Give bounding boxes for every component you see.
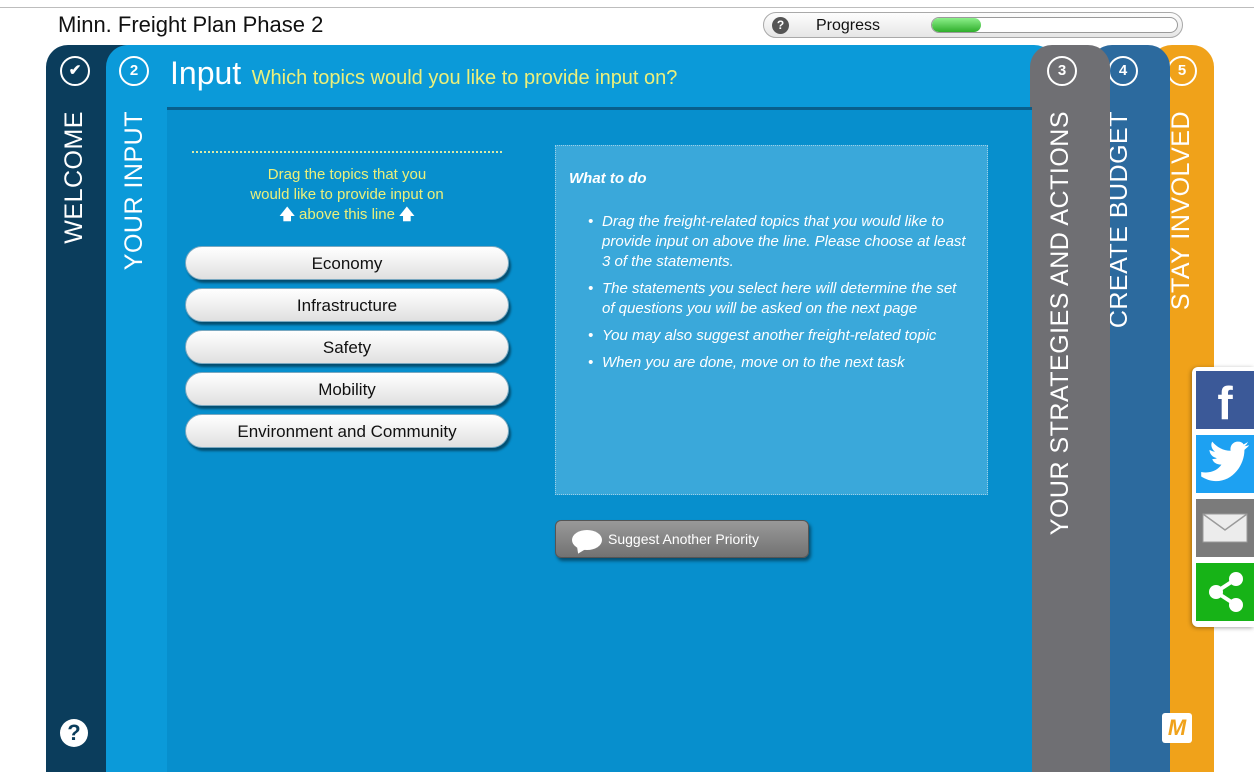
facebook-button[interactable]: f bbox=[1196, 371, 1254, 429]
progress-fill bbox=[932, 18, 981, 32]
progress-label: Progress bbox=[816, 17, 881, 34]
progress-bar bbox=[931, 17, 1178, 33]
drag-line-1: Drag the topics that you bbox=[267, 166, 427, 183]
suggest-priority-label: Suggest Another Priority bbox=[608, 531, 759, 547]
drag-instruction: Drag the topics that you would like to p… bbox=[192, 165, 502, 225]
topic-environment-community[interactable]: Environment and Community bbox=[185, 414, 509, 448]
help-icon[interactable]: ? bbox=[60, 719, 88, 747]
email-button[interactable] bbox=[1196, 499, 1254, 557]
brand-logo-icon: M bbox=[1162, 713, 1192, 743]
page-title: Input Which topics would you like to pro… bbox=[170, 55, 677, 92]
tab-strategies-actions-label: YOUR STRATEGIES AND ACTIONS bbox=[1046, 111, 1074, 536]
instructions-box: What to do Drag the freight-related topi… bbox=[555, 145, 988, 495]
twitter-icon bbox=[1201, 441, 1250, 482]
envelope-icon bbox=[1202, 513, 1248, 543]
instruction-item: When you are done, move on to the next t… bbox=[588, 353, 972, 373]
twitter-button[interactable] bbox=[1196, 435, 1254, 493]
progress-widget: ? Progress bbox=[763, 12, 1183, 38]
arrow-up-icon: 🡅 bbox=[399, 206, 415, 223]
tab-number-5: 5 bbox=[1167, 56, 1197, 86]
instruction-item: You may also suggest another freight-rel… bbox=[588, 326, 972, 346]
page-title-word: Input bbox=[170, 55, 242, 91]
facebook-glyph: f bbox=[1217, 377, 1233, 429]
drag-line-3: above this line bbox=[299, 206, 395, 223]
tab-number-3: 3 bbox=[1047, 56, 1077, 86]
check-icon: ✔ bbox=[60, 56, 90, 86]
topic-infrastructure[interactable]: Infrastructure bbox=[185, 288, 509, 322]
social-share-bar: f bbox=[1192, 367, 1254, 627]
tab-stay-involved-label: STAY INVOLVED bbox=[1167, 111, 1195, 311]
suggest-priority-button[interactable]: Suggest Another Priority bbox=[555, 520, 809, 558]
arrow-up-icon: 🡅 bbox=[279, 206, 295, 223]
instructions-list: Drag the freight-related topics that you… bbox=[588, 212, 972, 380]
instruction-item: Drag the freight-related topics that you… bbox=[588, 212, 972, 272]
topic-safety[interactable]: Safety bbox=[185, 330, 509, 364]
instruction-item: The statements you select here will dete… bbox=[588, 279, 972, 319]
tab-your-input-label: YOUR INPUT bbox=[120, 111, 148, 271]
app-title: Minn. Freight Plan Phase 2 bbox=[58, 12, 324, 37]
input-content-panel: Drag the topics that you would like to p… bbox=[167, 107, 1032, 772]
share-button[interactable] bbox=[1196, 563, 1254, 621]
tab-number-4: 4 bbox=[1108, 56, 1138, 86]
share-icon bbox=[1209, 572, 1243, 612]
page-subtitle: Which topics would you like to provide i… bbox=[251, 67, 678, 89]
facebook-icon: f bbox=[1217, 377, 1233, 429]
speech-bubble-icon bbox=[572, 530, 602, 550]
drag-line-2: would like to provide input on bbox=[250, 186, 444, 203]
topic-economy[interactable]: Economy bbox=[185, 246, 509, 280]
tab-welcome-label: WELCOME bbox=[60, 111, 88, 244]
tab-strategies-actions[interactable]: 3 YOUR STRATEGIES AND ACTIONS bbox=[1030, 45, 1110, 772]
drag-line-3-row: 🡅 above this line 🡅 bbox=[192, 205, 502, 225]
help-icon[interactable]: ? bbox=[772, 17, 789, 34]
instructions-title: What to do bbox=[569, 170, 647, 187]
selection-line bbox=[192, 151, 502, 153]
tab-number-2: 2 bbox=[119, 56, 149, 86]
topic-mobility[interactable]: Mobility bbox=[185, 372, 509, 406]
top-divider bbox=[0, 7, 1254, 8]
